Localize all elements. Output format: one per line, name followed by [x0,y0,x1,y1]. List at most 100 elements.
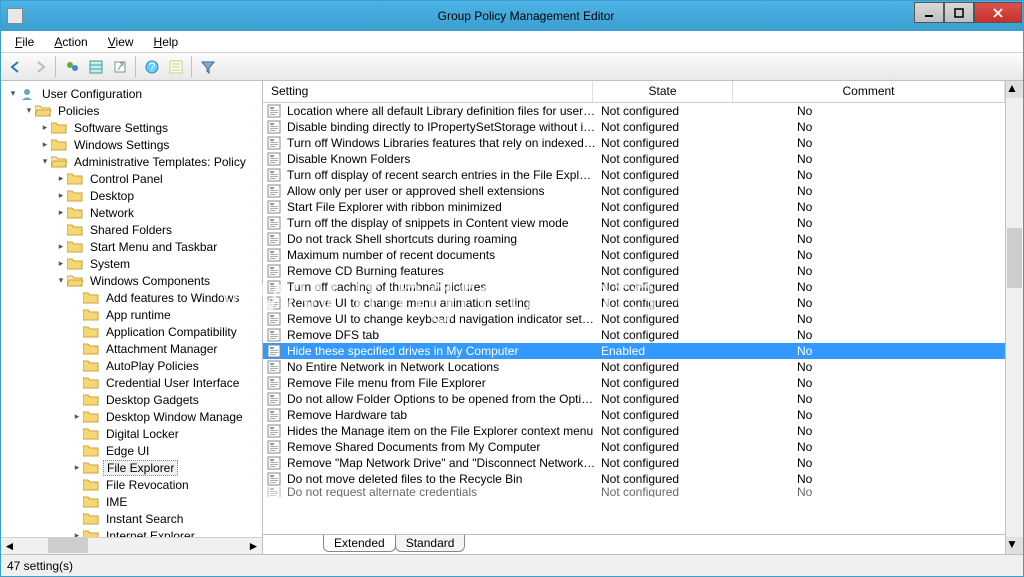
tree-item-application-compatibility[interactable]: Application Compatibility [1,323,262,340]
scroll-down-icon[interactable]: ▼ [1006,537,1023,554]
expand-icon[interactable] [71,479,83,491]
tree-item-system[interactable]: ▸System [1,255,262,272]
menu-help[interactable]: Help [146,33,187,51]
setting-row[interactable]: Do not request alternate credentialsNot … [263,487,1005,497]
tree-item-administrative-templates[interactable]: ▾Administrative Templates: Policy [1,153,262,170]
tree-item-file-explorer[interactable]: ▸File Explorer [1,459,262,476]
tree-item-internet-explorer[interactable]: ▸Internet Explorer [1,527,262,537]
tree-item-policies[interactable]: ▾Policies [1,102,262,119]
expand-icon[interactable]: ▾ [7,88,19,100]
maximize-button[interactable] [944,2,974,23]
expand-icon[interactable]: ▸ [39,122,51,134]
tree-item-file-revocation[interactable]: File Revocation [1,476,262,493]
tree-item-add-features[interactable]: Add features to Windows [1,289,262,306]
tree-item-instant-search[interactable]: Instant Search [1,510,262,527]
expand-icon[interactable] [71,496,83,508]
expand-icon[interactable]: ▸ [71,530,83,538]
setting-row[interactable]: Start File Explorer with ribbon minimize… [263,199,1005,215]
tool-users-icon[interactable] [61,56,83,78]
tree-item-credential-ui[interactable]: Credential User Interface [1,374,262,391]
expand-icon[interactable] [71,428,83,440]
expand-icon[interactable] [55,224,67,236]
setting-row[interactable]: Turn off the display of snippets in Cont… [263,215,1005,231]
tool-filter-icon[interactable] [197,56,219,78]
setting-row[interactable]: Turn off caching of thumbnail picturesNo… [263,279,1005,295]
tree-item-windows-settings[interactable]: ▸Windows Settings [1,136,262,153]
tree-item-ime[interactable]: IME [1,493,262,510]
setting-row[interactable]: Remove DFS tabNot configuredNo [263,327,1005,343]
expand-icon[interactable] [71,445,83,457]
expand-icon[interactable]: ▸ [71,411,83,423]
tree-item-digital-locker[interactable]: Digital Locker [1,425,262,442]
expand-icon[interactable]: ▾ [39,156,51,168]
col-setting[interactable]: Setting [263,81,593,102]
setting-row[interactable]: Remove Hardware tabNot configuredNo [263,407,1005,423]
tree-item-start-menu-taskbar[interactable]: ▸Start Menu and Taskbar [1,238,262,255]
setting-row[interactable]: Remove UI to change menu animation setti… [263,295,1005,311]
expand-icon[interactable] [71,292,83,304]
setting-row[interactable]: Turn off display of recent search entrie… [263,167,1005,183]
expand-icon[interactable]: ▸ [55,207,67,219]
setting-row[interactable]: Remove CD Burning featuresNot configured… [263,263,1005,279]
menu-action[interactable]: Action [46,33,95,51]
tool-refresh-icon[interactable] [165,56,187,78]
tree-item-attachment-manager[interactable]: Attachment Manager [1,340,262,357]
setting-row[interactable]: Remove UI to change keyboard navigation … [263,311,1005,327]
tree-item-software-settings[interactable]: ▸Software Settings [1,119,262,136]
expand-icon[interactable] [71,360,83,372]
minimize-button[interactable] [914,2,944,23]
tree-item-user-configuration[interactable]: ▾User Configuration [1,85,262,102]
col-state[interactable]: State [593,81,733,102]
expand-icon[interactable]: ▸ [55,241,67,253]
expand-icon[interactable] [71,326,83,338]
setting-row[interactable]: Disable binding directly to IPropertySet… [263,119,1005,135]
tool-help-icon[interactable]: ? [141,56,163,78]
setting-row[interactable]: No Entire Network in Network LocationsNo… [263,359,1005,375]
tree-item-shared-folders[interactable]: Shared Folders [1,221,262,238]
expand-icon[interactable]: ▸ [55,258,67,270]
setting-row[interactable]: Remove File menu from File ExplorerNot c… [263,375,1005,391]
setting-row[interactable]: Remove Shared Documents from My Computer… [263,439,1005,455]
tool-list-icon[interactable] [85,56,107,78]
expand-icon[interactable] [71,513,83,525]
tab-extended[interactable]: Extended [323,535,396,552]
setting-row[interactable]: Maximum number of recent documentsNot co… [263,247,1005,263]
tree-item-windows-components[interactable]: ▾Windows Components [1,272,262,289]
tree-item-app-runtime[interactable]: App runtime [1,306,262,323]
forward-button[interactable] [29,56,51,78]
setting-row[interactable]: Hides the Manage item on the File Explor… [263,423,1005,439]
setting-row[interactable]: Hide these specified drives in My Comput… [263,343,1005,359]
vscrollbar[interactable]: ▲ ▼ [1006,81,1023,554]
tab-standard[interactable]: Standard [395,535,466,552]
tool-export-icon[interactable] [109,56,131,78]
expand-icon[interactable]: ▸ [71,462,83,474]
setting-row[interactable]: Disable Known FoldersNot configuredNo [263,151,1005,167]
close-button[interactable] [974,2,1022,23]
expand-icon[interactable] [71,309,83,321]
expand-icon[interactable] [71,394,83,406]
back-button[interactable] [5,56,27,78]
setting-row[interactable]: Do not move deleted files to the Recycle… [263,471,1005,487]
menu-view[interactable]: View [100,33,142,51]
expand-icon[interactable]: ▸ [39,139,51,151]
tree-item-network[interactable]: ▸Network [1,204,262,221]
expand-icon[interactable]: ▸ [55,173,67,185]
setting-row[interactable]: Do not allow Folder Options to be opened… [263,391,1005,407]
tree-item-edge-ui[interactable]: Edge UI [1,442,262,459]
setting-row[interactable]: Do not track Shell shortcuts during roam… [263,231,1005,247]
setting-row[interactable]: Turn off Windows Libraries features that… [263,135,1005,151]
tree-item-desktop-window-manager[interactable]: ▸Desktop Window Manage [1,408,262,425]
tree-item-desktop[interactable]: ▸Desktop [1,187,262,204]
menu-file[interactable]: File [7,33,42,51]
expand-icon[interactable] [71,343,83,355]
expand-icon[interactable] [71,377,83,389]
tree-item-autoplay-policies[interactable]: AutoPlay Policies [1,357,262,374]
setting-row[interactable]: Remove "Map Network Drive" and "Disconne… [263,455,1005,471]
scroll-up-icon[interactable]: ▲ [1006,81,1023,98]
tree-item-control-panel[interactable]: ▸Control Panel [1,170,262,187]
expand-icon[interactable]: ▾ [23,105,35,117]
expand-icon[interactable]: ▾ [55,275,67,287]
tree-item-desktop-gadgets[interactable]: Desktop Gadgets [1,391,262,408]
tree-hscrollbar[interactable]: ◄ ► [1,537,262,554]
setting-row[interactable]: Allow only per user or approved shell ex… [263,183,1005,199]
